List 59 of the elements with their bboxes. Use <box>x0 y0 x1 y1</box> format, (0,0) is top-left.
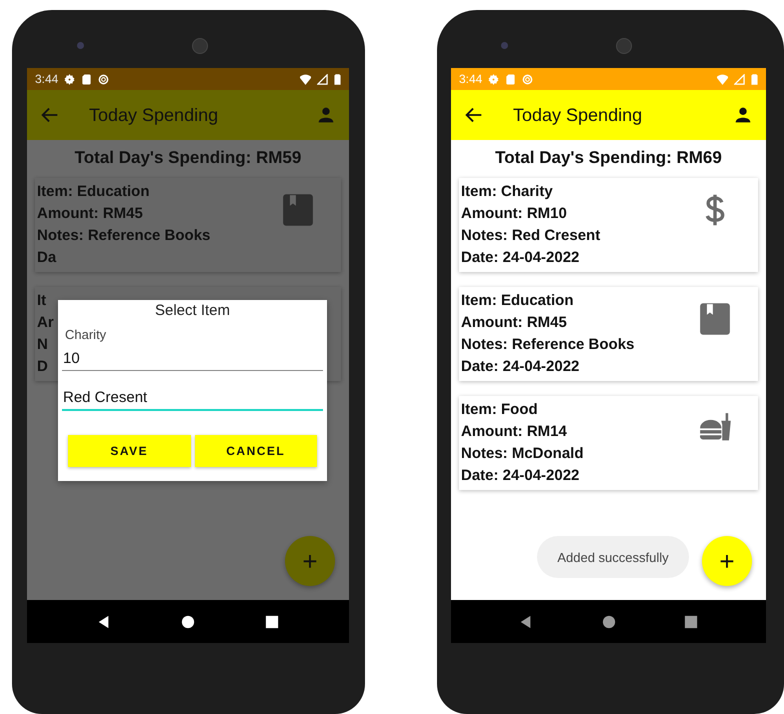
sd-card-icon <box>505 74 516 84</box>
camera-lens <box>77 42 84 49</box>
gear-icon <box>64 74 76 84</box>
card-text: Item: Charity <box>461 182 553 202</box>
dialog-button[interactable]: SAVE <box>68 435 190 467</box>
status-time: 3:44 <box>459 72 482 86</box>
card-text: Notes: McDonald <box>461 444 584 464</box>
total-spending: Total Day's Spending: RM59 <box>74 147 302 169</box>
toast-message: Added successfully <box>537 536 689 578</box>
card-text: Item: Education <box>461 291 574 311</box>
input-field[interactable]: 10 <box>62 342 323 371</box>
total-spending: Total Day's Spending: RM69 <box>494 147 723 169</box>
gear-icon <box>488 74 500 84</box>
recents-icon[interactable] <box>265 614 279 628</box>
card-text: Notes: Reference Books <box>461 335 634 355</box>
input-field[interactable]: Red Cresent <box>62 381 323 411</box>
screen-title: Today Spending <box>513 104 642 126</box>
card-text: Notes: Reference Books <box>37 226 210 246</box>
battery-icon <box>334 74 341 84</box>
card-text: Amount: RM45 <box>37 204 143 224</box>
card-text: Amount: RM45 <box>461 313 567 333</box>
dialog-button[interactable]: CANCEL <box>194 435 317 467</box>
card-text: Ar <box>37 313 54 333</box>
circle-icon <box>522 74 534 84</box>
camera-lens <box>501 42 508 49</box>
circle-icon <box>98 74 110 84</box>
spending-card[interactable]: Item: Charity Amount: RM10 Notes: Red Cresent Date: 24-04-2022 <box>459 178 758 272</box>
signal-icon <box>317 74 328 84</box>
dialog-title: Select Item <box>154 302 232 319</box>
card-text: Date: 24-04-2022 <box>461 248 580 268</box>
screen-title: Today Spending <box>89 104 218 126</box>
card-text: Da <box>37 248 56 268</box>
spending-card[interactable]: Item: Education Amount: RM45 Notes: Reference Books Date: 24-04-2022 <box>459 287 758 381</box>
add-button[interactable]: + <box>702 536 752 586</box>
card-text: N <box>37 335 48 355</box>
card-text: Amount: RM14 <box>461 422 567 442</box>
recents-icon[interactable] <box>684 614 698 628</box>
speaker-grille <box>192 38 208 54</box>
signal-icon <box>734 74 745 84</box>
wifi-icon <box>717 74 728 84</box>
card-text: Item: Education <box>37 182 150 202</box>
card-text: D <box>37 357 48 377</box>
spending-card[interactable]: Item: Food Amount: RM14 Notes: McDonald Date: 24-04-2022 <box>459 396 758 490</box>
home-icon[interactable] <box>181 614 195 628</box>
card-text: It <box>37 291 46 311</box>
wifi-icon <box>300 74 311 84</box>
card-text: Amount: RM10 <box>461 204 567 224</box>
card-text: Notes: Red Cresent <box>461 226 600 246</box>
card-text: Date: 24-04-2022 <box>461 466 580 486</box>
status-time: 3:44 <box>35 72 58 86</box>
back-icon[interactable] <box>97 614 111 628</box>
sd-card-icon <box>81 74 92 84</box>
speaker-grille <box>616 38 632 54</box>
card-text: Item: Food <box>461 400 538 420</box>
battery-icon <box>751 74 758 84</box>
home-icon[interactable] <box>602 614 616 628</box>
card-text: Date: 24-04-2022 <box>461 357 580 377</box>
item-selector[interactable]: Charity <box>65 327 106 342</box>
back-icon[interactable] <box>519 614 534 628</box>
